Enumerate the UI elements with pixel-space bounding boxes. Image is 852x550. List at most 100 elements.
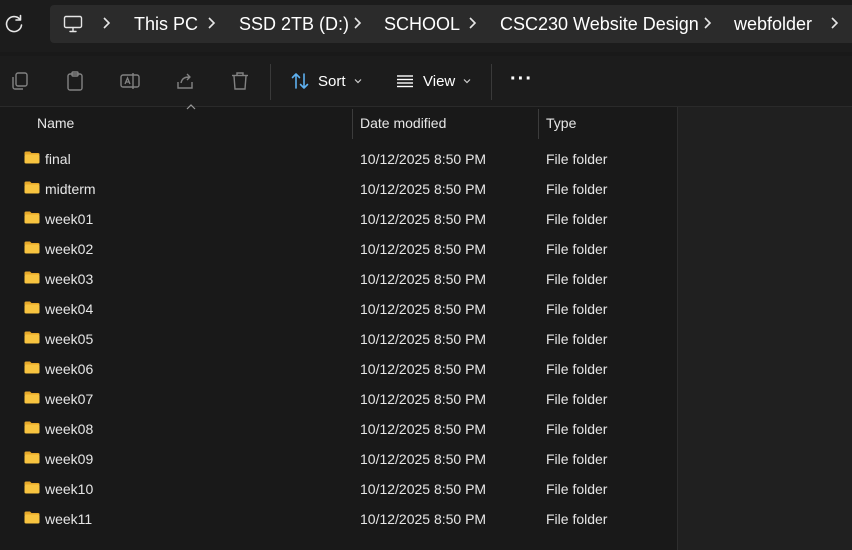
chevron-down-icon bbox=[354, 79, 361, 84]
date-modified: 10/12/2025 8:50 PM bbox=[360, 301, 487, 317]
date-modified: 10/12/2025 8:50 PM bbox=[360, 151, 487, 167]
folder-icon bbox=[24, 211, 40, 224]
file-explorer-window: This PC SSD 2TB (D:) SCHOOL CSC230 Websi… bbox=[0, 0, 852, 550]
toolbar-divider bbox=[270, 64, 271, 100]
table-row[interactable]: week10 10/12/2025 8:50 PM File folder bbox=[0, 474, 677, 504]
folder-icon bbox=[24, 391, 40, 404]
breadcrumb-school[interactable]: SCHOOL bbox=[384, 13, 460, 35]
table-row[interactable]: week01 10/12/2025 8:50 PM File folder bbox=[0, 204, 677, 234]
date-modified: 10/12/2025 8:50 PM bbox=[360, 511, 487, 527]
date-modified: 10/12/2025 8:50 PM bbox=[360, 241, 487, 257]
table-row[interactable]: week09 10/12/2025 8:50 PM File folder bbox=[0, 444, 677, 474]
file-name[interactable]: week06 bbox=[45, 361, 93, 377]
folder-icon bbox=[24, 421, 40, 434]
file-type: File folder bbox=[546, 421, 608, 437]
folder-icon bbox=[24, 481, 40, 494]
file-name[interactable]: week02 bbox=[45, 241, 93, 257]
file-type: File folder bbox=[546, 481, 608, 497]
column-header: Name Date modified Type bbox=[0, 104, 677, 139]
folder-icon bbox=[24, 271, 40, 284]
chevron-right-icon[interactable] bbox=[206, 16, 216, 30]
sort-ascending-icon bbox=[186, 104, 196, 110]
table-row[interactable]: week03 10/12/2025 8:50 PM File folder bbox=[0, 264, 677, 294]
folder-icon bbox=[24, 241, 40, 254]
share-icon[interactable] bbox=[174, 70, 196, 92]
chevron-right-icon[interactable] bbox=[101, 16, 111, 30]
chevron-right-icon[interactable] bbox=[467, 16, 477, 30]
date-modified: 10/12/2025 8:50 PM bbox=[360, 481, 487, 497]
view-icon bbox=[397, 75, 413, 88]
folder-icon bbox=[24, 331, 40, 344]
file-type: File folder bbox=[546, 361, 608, 377]
file-name[interactable]: week03 bbox=[45, 271, 93, 287]
chevron-right-icon[interactable] bbox=[352, 16, 362, 30]
date-modified: 10/12/2025 8:50 PM bbox=[360, 271, 487, 287]
table-row[interactable]: week02 10/12/2025 8:50 PM File folder bbox=[0, 234, 677, 264]
file-name[interactable]: week04 bbox=[45, 301, 93, 317]
table-row[interactable]: week05 10/12/2025 8:50 PM File folder bbox=[0, 324, 677, 354]
view-label: View bbox=[423, 72, 456, 90]
folder-icon bbox=[24, 511, 40, 524]
table-row[interactable]: week07 10/12/2025 8:50 PM File folder bbox=[0, 384, 677, 414]
file-name[interactable]: final bbox=[45, 151, 71, 167]
delete-icon[interactable] bbox=[229, 70, 251, 92]
table-row[interactable]: week06 10/12/2025 8:50 PM File folder bbox=[0, 354, 677, 384]
address-row: This PC SSD 2TB (D:) SCHOOL CSC230 Websi… bbox=[0, 0, 852, 52]
date-modified: 10/12/2025 8:50 PM bbox=[360, 361, 487, 377]
paste-icon[interactable] bbox=[64, 70, 86, 92]
date-modified: 10/12/2025 8:50 PM bbox=[360, 391, 487, 407]
folder-icon bbox=[24, 361, 40, 374]
file-type: File folder bbox=[546, 241, 608, 257]
breadcrumb-this-pc[interactable]: This PC bbox=[134, 13, 198, 35]
column-divider[interactable] bbox=[352, 109, 353, 139]
copy-icon[interactable] bbox=[9, 70, 31, 92]
column-header-type[interactable]: Type bbox=[546, 115, 576, 131]
view-button[interactable]: View bbox=[395, 66, 479, 96]
this-pc-icon[interactable] bbox=[63, 14, 83, 34]
breadcrumb-drive[interactable]: SSD 2TB (D:) bbox=[239, 13, 349, 35]
refresh-icon[interactable] bbox=[3, 13, 25, 35]
folder-icon bbox=[24, 301, 40, 314]
file-name[interactable]: week05 bbox=[45, 331, 93, 347]
file-type: File folder bbox=[546, 391, 608, 407]
chevron-down-icon bbox=[463, 79, 471, 84]
date-modified: 10/12/2025 8:50 PM bbox=[360, 421, 487, 437]
column-header-date-modified[interactable]: Date modified bbox=[360, 115, 446, 131]
file-name[interactable]: week11 bbox=[45, 511, 92, 527]
more-options-button[interactable]: ··· bbox=[510, 64, 533, 94]
file-type: File folder bbox=[546, 511, 608, 527]
file-name[interactable]: week01 bbox=[45, 211, 93, 227]
file-type: File folder bbox=[546, 151, 608, 167]
column-divider[interactable] bbox=[538, 109, 539, 139]
table-row[interactable]: week08 10/12/2025 8:50 PM File folder bbox=[0, 414, 677, 444]
file-name[interactable]: week10 bbox=[45, 481, 93, 497]
chevron-right-icon[interactable] bbox=[702, 16, 712, 30]
file-type: File folder bbox=[546, 271, 608, 287]
table-row[interactable]: midterm 10/12/2025 8:50 PM File folder bbox=[0, 174, 677, 204]
date-modified: 10/12/2025 8:50 PM bbox=[360, 181, 487, 197]
command-bar: Sort View ··· bbox=[0, 56, 852, 107]
sort-button[interactable]: Sort bbox=[290, 66, 370, 96]
table-row[interactable]: final 10/12/2025 8:50 PM File folder bbox=[0, 144, 677, 174]
file-name[interactable]: week09 bbox=[45, 451, 93, 467]
table-row[interactable]: week11 10/12/2025 8:50 PM File folder bbox=[0, 504, 677, 534]
rename-icon[interactable] bbox=[119, 70, 141, 92]
file-type: File folder bbox=[546, 331, 608, 347]
table-row[interactable]: week04 10/12/2025 8:50 PM File folder bbox=[0, 294, 677, 324]
toolbar-divider bbox=[491, 64, 492, 100]
sort-label: Sort bbox=[318, 72, 346, 90]
breadcrumb-webfolder[interactable]: webfolder bbox=[734, 13, 812, 35]
file-name[interactable]: week08 bbox=[45, 421, 93, 437]
file-name[interactable]: midterm bbox=[45, 181, 96, 197]
breadcrumb-course[interactable]: CSC230 Website Design bbox=[500, 13, 699, 35]
file-type: File folder bbox=[546, 301, 608, 317]
file-type: File folder bbox=[546, 211, 608, 227]
folder-icon bbox=[24, 181, 40, 194]
folder-icon bbox=[24, 151, 40, 164]
file-name[interactable]: week07 bbox=[45, 391, 93, 407]
column-header-name[interactable]: Name bbox=[37, 115, 74, 131]
chevron-right-icon[interactable] bbox=[829, 16, 839, 30]
more-icon: ··· bbox=[510, 67, 533, 90]
file-list: Name Date modified Type final 10/12/2025 … bbox=[0, 104, 678, 550]
file-type: File folder bbox=[546, 451, 608, 467]
